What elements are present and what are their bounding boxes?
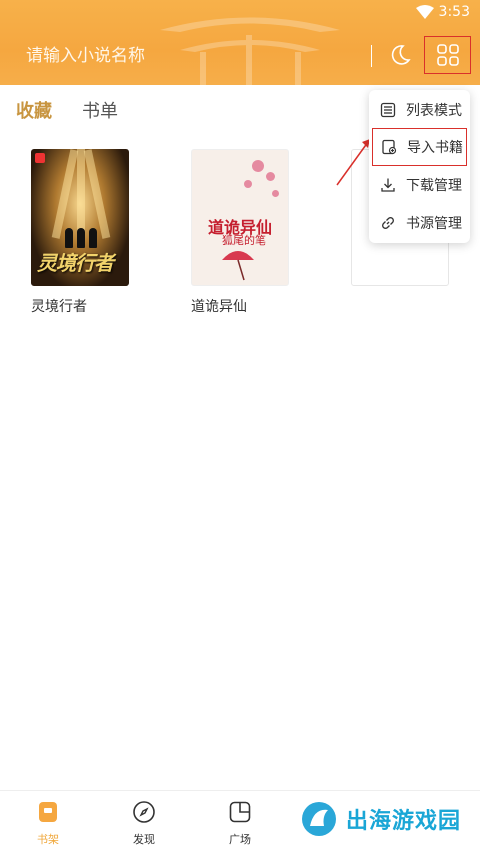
bookshelf-icon [39,802,57,822]
watermark: 出海游戏园 [300,800,461,838]
book-title[interactable]: 道诡异仙 [191,296,291,316]
search-input[interactable] [16,36,356,76]
grid-menu-button[interactable] [424,36,471,74]
watermark-text: 出海游戏园 [346,809,462,834]
book-item[interactable]: 灵境行者 灵境行者 [31,149,131,316]
square-icon [229,801,251,823]
search-divider [371,45,372,67]
shelf-tabs: 收藏 书单 [16,97,118,123]
popup-menu: 列表模式 导入书籍 下载管理 书源管理 [369,90,470,243]
book-cover[interactable]: 灵境行者 [31,149,129,286]
book-item[interactable]: 道诡异仙 狐尾的笔 道诡异仙 [191,149,291,316]
menu-item-label: 列表模式 [406,103,462,119]
grid-icon [436,44,459,66]
link-icon [382,217,394,229]
search-bar [16,36,471,76]
nav-item-bookshelf[interactable]: 书架 [28,800,68,847]
cover-badge [35,153,45,163]
list-icon [380,102,396,118]
menu-item-label: 下载管理 [406,178,462,194]
menu-item-download-manager[interactable]: 下载管理 [369,166,470,204]
tab-favorites[interactable]: 收藏 [16,97,52,123]
watermark-logo-icon [302,802,336,836]
nav-item-plaza[interactable]: 广场 [220,800,260,847]
nav-label: 书架 [37,833,59,846]
book-title[interactable]: 灵境行者 [31,296,131,316]
header: 3:53 [0,0,480,85]
moon-icon[interactable] [388,43,412,67]
menu-item-label: 书源管理 [406,216,462,232]
nav-item-discover[interactable]: 发现 [124,800,164,847]
wifi-icon [416,5,434,19]
menu-item-source-manager[interactable]: 书源管理 [369,204,470,242]
menu-item-label: 导入书籍 [407,140,463,156]
umbrella-icon [222,251,254,281]
compass-icon [133,801,155,823]
cover-text: 灵境行者 [37,251,114,275]
import-book-icon [382,139,397,155]
annotation-arrow [336,139,370,186]
download-icon [381,178,395,192]
nav-label: 广场 [229,833,251,846]
status-time: 3:53 [438,4,470,20]
tab-booklist[interactable]: 书单 [82,97,118,123]
nav-label: 发现 [133,833,155,846]
book-cover[interactable]: 道诡异仙 狐尾的笔 [191,149,289,286]
menu-item-list-mode[interactable]: 列表模式 [369,91,470,129]
menu-item-import-books[interactable]: 导入书籍 [372,128,467,166]
